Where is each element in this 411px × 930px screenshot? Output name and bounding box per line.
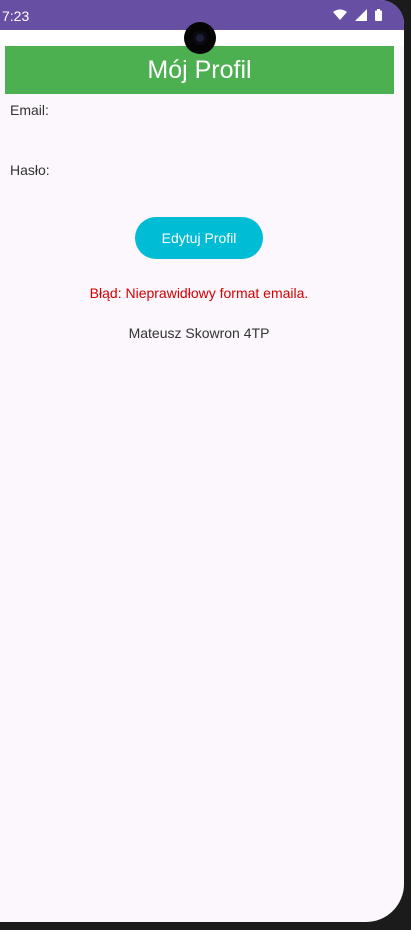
status-icons	[333, 9, 382, 21]
battery-icon	[375, 9, 382, 21]
edit-profile-button[interactable]: Edytuj Profil	[135, 217, 263, 259]
app-screen: 7:23 Mój Profil Email: Hasło: Edytuj Pro…	[0, 0, 404, 922]
page-title: Mój Profil	[147, 56, 252, 84]
email-label: Email:	[10, 102, 49, 118]
device-frame: 7:23 Mój Profil Email: Hasło: Edytuj Pro…	[0, 0, 411, 930]
wifi-icon	[333, 9, 347, 21]
camera-cutout	[184, 22, 216, 54]
password-label: Hasło:	[10, 162, 50, 178]
author-label: Mateusz Skowron 4TP	[128, 325, 270, 341]
error-message: Błąd: Nieprawidłowy format emaila.	[89, 285, 309, 301]
camera-lens	[193, 31, 207, 45]
signal-icon	[355, 9, 367, 21]
status-time: 7:23	[2, 8, 30, 24]
